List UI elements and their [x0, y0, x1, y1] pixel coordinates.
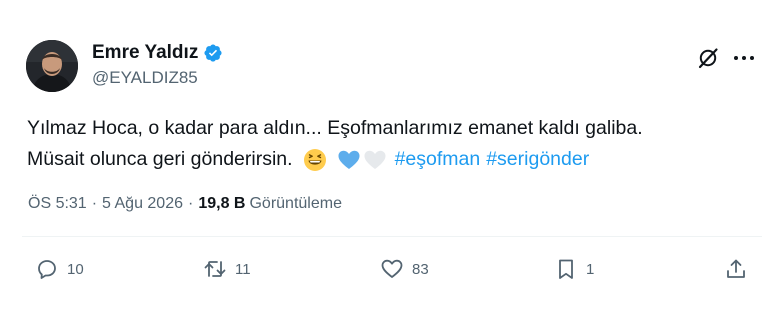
reply-icon [38, 260, 56, 279]
share-icon [727, 259, 745, 278]
like-button[interactable]: 83 [380, 257, 429, 281]
author-name-row[interactable]: Emre Yaldız [92, 42, 223, 64]
bookmark-button[interactable]: 1 [554, 257, 594, 281]
heart-icon [381, 259, 403, 278]
action-bar: 10 11 83 1 [0, 257, 784, 285]
meta-separator: · [188, 195, 194, 212]
retweet-count: 11 [235, 260, 251, 278]
white-heart-emoji-icon [363, 148, 387, 172]
more-options-icon[interactable] [731, 46, 757, 70]
bookmark-icon [559, 259, 573, 279]
blue-heart-emoji-icon [337, 148, 361, 172]
tweet-date[interactable]: 5 Ağu 2026 [102, 195, 183, 213]
tweet-text-line-2: Müsait olunca geri gönderirsin. #eşofman… [27, 144, 767, 175]
hashtag-esofman[interactable]: #eşofman [395, 144, 481, 175]
avatar[interactable] [26, 40, 78, 92]
tweet-text: Yılmaz Hoca, o kadar para aldın... Eşofm… [27, 113, 767, 175]
bookmark-count: 1 [586, 260, 595, 278]
tweet-time[interactable]: ÖS 5:31 [28, 195, 87, 213]
like-count: 83 [412, 260, 429, 278]
tweet-text-body: Müsait olunca geri gönderirsin. [27, 148, 293, 170]
meta-separator: · [91, 195, 98, 212]
verified-badge-icon[interactable] [203, 43, 223, 63]
views-count: 19,8 B [198, 195, 246, 212]
tweet-card: Emre Yaldız @EYALDIZ85 Yılmaz Hoca, o ka… [0, 0, 784, 311]
grok-icon[interactable] [696, 46, 720, 70]
divider [22, 236, 762, 237]
grinning-squinting-face-emoji-icon [303, 148, 327, 172]
retweet-button[interactable]: 11 [203, 257, 251, 281]
reply-button[interactable]: 10 [35, 257, 84, 281]
hashtag-serigonder[interactable]: #serigönder [486, 144, 589, 175]
tweet-text-line-1: Yılmaz Hoca, o kadar para aldın... Eşofm… [27, 117, 643, 139]
retweet-icon [204, 261, 226, 277]
views-label: Görüntüleme [249, 195, 342, 212]
tweet-meta: ÖS 5:31 · 5 Ağu 2026 · 19,8 B Görüntülem… [28, 195, 342, 213]
author-display-name[interactable]: Emre Yaldız [92, 42, 198, 64]
author-handle[interactable]: @EYALDIZ85 [92, 68, 198, 88]
share-button[interactable] [724, 257, 748, 281]
reply-count: 10 [67, 260, 84, 278]
